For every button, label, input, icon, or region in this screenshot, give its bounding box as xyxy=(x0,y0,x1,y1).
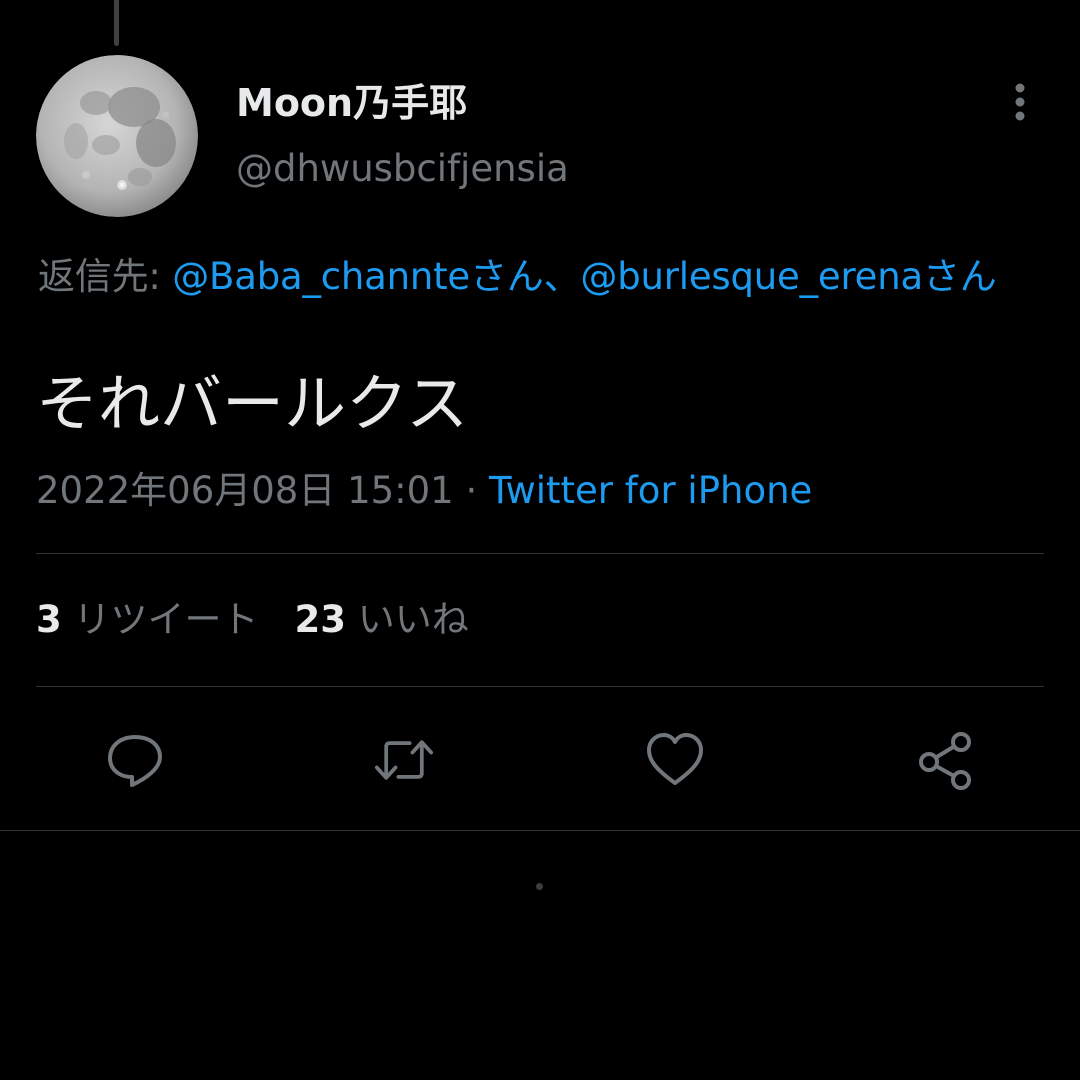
likes-label: いいね xyxy=(357,598,469,641)
loading-dot xyxy=(536,883,543,890)
author-display-name[interactable]: Moon乃手耶 xyxy=(236,80,467,126)
share-icon xyxy=(919,732,971,790)
engagement-stats: 3 リツイート 23 いいね xyxy=(36,595,469,645)
meta-separator: · xyxy=(453,469,490,512)
tweet-text: それバールクス xyxy=(36,367,469,440)
author-handle[interactable]: @dhwusbcifjensia xyxy=(236,146,569,192)
reply-mention-link[interactable]: @burlesque_erenaさん xyxy=(580,255,996,298)
reply-to-prefix: 返信先: xyxy=(38,255,173,298)
likes-stat[interactable]: 23 いいね xyxy=(295,598,469,641)
more-options-button[interactable] xyxy=(996,78,1044,126)
like-button[interactable] xyxy=(645,730,705,790)
retweets-count: 3 xyxy=(36,598,62,641)
divider xyxy=(0,830,1080,831)
retweets-stat[interactable]: 3 リツイート xyxy=(36,598,259,641)
full-moon-avatar-icon xyxy=(36,55,198,217)
divider xyxy=(36,553,1044,554)
tweet-source-link[interactable]: Twitter for iPhone xyxy=(489,469,812,512)
retweet-icon xyxy=(374,740,434,780)
reply-mention-separator: 、 xyxy=(543,255,581,298)
likes-count: 23 xyxy=(294,598,347,641)
thread-connector-line xyxy=(114,0,119,46)
retweets-label: リツイート xyxy=(73,598,259,641)
more-vertical-icon xyxy=(1015,83,1025,121)
reply-to-line: 返信先: @Baba_channteさん、@burlesque_erenaさん xyxy=(38,250,1038,303)
tweet-timestamp[interactable]: 2022年06月08日 15:01 xyxy=(36,469,454,512)
avatar[interactable] xyxy=(36,55,198,217)
divider xyxy=(36,686,1044,687)
reply-button[interactable] xyxy=(105,730,165,790)
reply-icon xyxy=(108,735,162,787)
share-button[interactable] xyxy=(915,730,975,790)
tweet-meta: 2022年06月08日 15:01 · Twitter for iPhone xyxy=(36,466,812,516)
heart-icon xyxy=(647,733,703,785)
retweet-button[interactable] xyxy=(374,730,434,790)
reply-mention-link[interactable]: @Baba_channteさん xyxy=(172,255,544,298)
